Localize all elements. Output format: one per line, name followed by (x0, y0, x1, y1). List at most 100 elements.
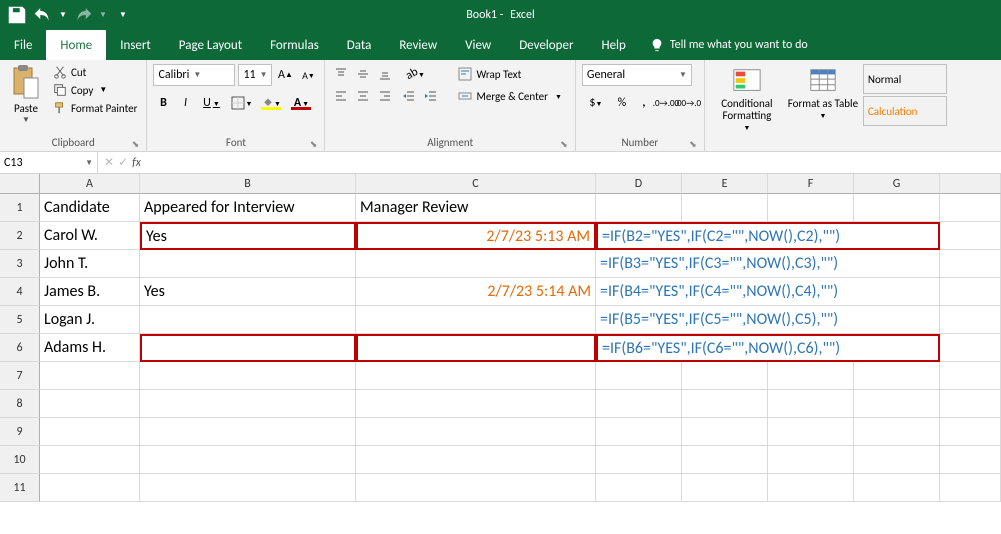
cell[interactable] (940, 446, 1001, 474)
alignment-launcher[interactable]: ⬊ (559, 139, 569, 149)
cell[interactable] (140, 250, 356, 278)
col-header-A[interactable]: A (40, 174, 140, 194)
cell[interactable] (682, 390, 768, 418)
tab-home[interactable]: Home (46, 30, 106, 60)
tab-view[interactable]: View (451, 30, 505, 60)
col-header-E[interactable]: E (682, 174, 768, 194)
underline-button[interactable]: U▼ (197, 93, 225, 113)
cell[interactable] (854, 446, 940, 474)
tell-me[interactable]: Tell me what you want to do (640, 30, 818, 60)
copy-button[interactable]: Copy▼ (50, 82, 140, 98)
name-box[interactable]: C13▼ (0, 152, 98, 173)
col-header-G[interactable]: G (854, 174, 940, 194)
formula-bar[interactable] (147, 156, 1001, 170)
decrease-indent-button[interactable] (399, 86, 419, 106)
cell[interactable] (596, 418, 682, 446)
cell[interactable] (940, 250, 1001, 278)
cell[interactable]: =IF(B4="YES",IF(C4="",NOW(),C4),"") (596, 278, 940, 306)
cell[interactable]: Manager Review (356, 194, 596, 222)
align-center-button[interactable] (353, 86, 373, 106)
font-name-combo[interactable]: Calibri▼ (153, 64, 235, 86)
decrease-font-button[interactable]: A▼ (298, 65, 318, 85)
tab-formulas[interactable]: Formulas (256, 30, 333, 60)
col-header-end[interactable] (940, 174, 1001, 194)
clipboard-launcher[interactable]: ⬊ (130, 139, 140, 149)
cell[interactable]: James B. (40, 278, 140, 306)
cell[interactable] (356, 306, 596, 334)
cell[interactable] (940, 334, 1001, 362)
cell[interactable] (40, 474, 140, 502)
style-calculation[interactable]: Calculation (863, 96, 947, 126)
select-all-corner[interactable] (0, 174, 40, 194)
cell[interactable]: =IF(B2="YES",IF(C2="",NOW(),C2),"") (596, 222, 940, 250)
row-header[interactable]: 7 (0, 362, 40, 390)
redo-icon[interactable] (72, 4, 94, 26)
cell[interactable] (940, 306, 1001, 334)
cell[interactable] (140, 474, 356, 502)
font-launcher[interactable]: ⬊ (308, 139, 318, 149)
percent-format-button[interactable]: % (612, 93, 632, 113)
col-header-D[interactable]: D (596, 174, 682, 194)
col-header-C[interactable]: C (356, 174, 596, 194)
cell[interactable] (854, 474, 940, 502)
cell[interactable] (768, 446, 854, 474)
wrap-text-button[interactable]: Wrap Text (451, 64, 568, 84)
align-bottom-button[interactable] (375, 64, 395, 84)
cell[interactable]: Logan J. (40, 306, 140, 334)
cell[interactable] (854, 194, 940, 222)
cell[interactable] (940, 222, 1001, 250)
cell[interactable] (40, 418, 140, 446)
cell[interactable] (40, 390, 140, 418)
cut-button[interactable]: Cut (50, 64, 140, 80)
tab-page-layout[interactable]: Page Layout (165, 30, 256, 60)
cell[interactable]: 2/7/23 5:13 AM (356, 222, 596, 250)
cell[interactable] (682, 446, 768, 474)
cell[interactable] (140, 334, 356, 362)
row-header[interactable]: 10 (0, 446, 40, 474)
cell[interactable] (596, 194, 682, 222)
row-header[interactable]: 5 (0, 306, 40, 334)
cell[interactable] (682, 474, 768, 502)
tab-data[interactable]: Data (333, 30, 386, 60)
row-header[interactable]: 2 (0, 222, 40, 250)
col-header-B[interactable]: B (140, 174, 356, 194)
row-header[interactable]: 9 (0, 418, 40, 446)
paste-button[interactable]: Paste ▼ (6, 64, 46, 125)
cell[interactable] (768, 194, 854, 222)
number-format-combo[interactable]: General▼ (582, 64, 692, 86)
cell[interactable] (40, 446, 140, 474)
redo-dropdown[interactable]: ▼ (98, 4, 108, 26)
cell[interactable]: Yes (140, 222, 356, 250)
format-painter-button[interactable]: Format Painter (50, 100, 140, 116)
cell[interactable] (596, 474, 682, 502)
font-color-button[interactable]: A▼ (287, 93, 315, 113)
number-launcher[interactable]: ⬊ (688, 139, 698, 149)
cell[interactable] (768, 362, 854, 390)
col-header-F[interactable]: F (768, 174, 854, 194)
align-top-button[interactable] (331, 64, 351, 84)
cell[interactable] (356, 418, 596, 446)
cell[interactable]: =IF(B3="YES",IF(C3="",NOW(),C3),"") (596, 250, 940, 278)
align-middle-button[interactable] (353, 64, 373, 84)
cell[interactable] (768, 390, 854, 418)
cell[interactable] (356, 474, 596, 502)
cell[interactable] (356, 334, 596, 362)
cell[interactable] (140, 446, 356, 474)
cell[interactable] (854, 390, 940, 418)
tab-help[interactable]: Help (587, 30, 639, 60)
cell[interactable]: 2/7/23 5:14 AM (356, 278, 596, 306)
align-left-button[interactable] (331, 86, 351, 106)
cell[interactable] (140, 306, 356, 334)
cell[interactable] (854, 362, 940, 390)
decrease-decimal-button[interactable]: .00→.0 (678, 93, 698, 113)
undo-dropdown[interactable]: ▼ (58, 4, 68, 26)
undo-icon[interactable] (32, 4, 54, 26)
tab-developer[interactable]: Developer (505, 30, 587, 60)
italic-button[interactable]: I (175, 93, 195, 113)
cell[interactable] (356, 446, 596, 474)
cell[interactable]: Adams H. (40, 334, 140, 362)
increase-decimal-button[interactable]: .0→.00 (656, 93, 676, 113)
cell[interactable] (356, 362, 596, 390)
cell[interactable] (140, 418, 356, 446)
enter-icon[interactable]: ✓ (118, 155, 128, 170)
